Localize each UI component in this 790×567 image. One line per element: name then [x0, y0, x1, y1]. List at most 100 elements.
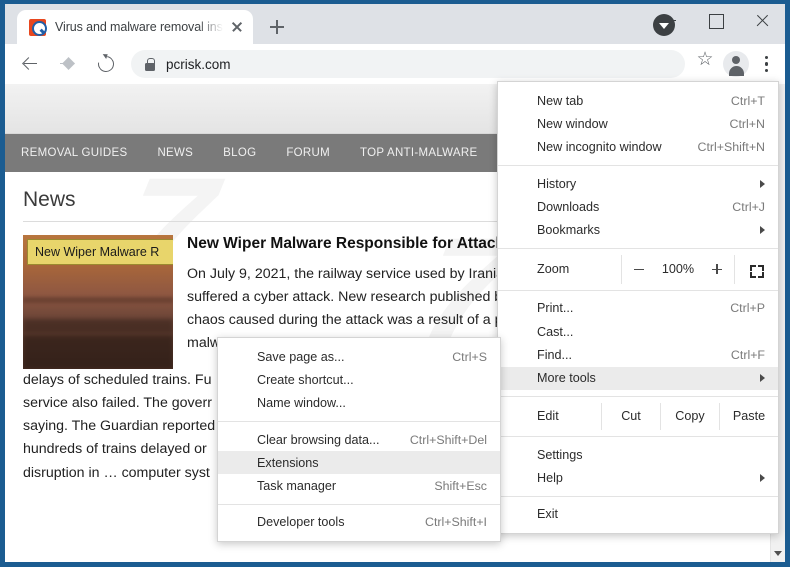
- back-button[interactable]: [14, 48, 46, 80]
- menu-item-history[interactable]: History: [498, 172, 778, 195]
- bookmark-star-icon[interactable]: [691, 50, 719, 78]
- chevron-right-icon: [760, 474, 765, 482]
- thumb-decoration: [23, 297, 173, 303]
- menu-separator: [218, 421, 500, 422]
- thumbnail-caption: New Wiper Malware R: [27, 239, 173, 265]
- menu-item-settings[interactable]: Settings: [498, 443, 778, 466]
- chevron-right-icon: [760, 374, 765, 382]
- menu-label: Create shortcut...: [257, 373, 487, 387]
- menu-separator: [498, 496, 778, 497]
- menu-accelerator: Ctrl+T: [731, 94, 765, 108]
- copy-button[interactable]: Copy: [660, 403, 719, 430]
- menu-item-edit: Edit Cut Copy Paste: [498, 403, 778, 430]
- nav-item-forum[interactable]: FORUM: [286, 147, 330, 159]
- minimize-button[interactable]: [647, 4, 693, 36]
- menu-accelerator: Ctrl+Shift+N: [698, 140, 765, 154]
- chrome-main-menu: New tab Ctrl+T New window Ctrl+N New inc…: [497, 81, 779, 534]
- scroll-down-icon[interactable]: [771, 545, 785, 560]
- menu-label: Cast...: [537, 325, 765, 339]
- browser-toolbar: pcrisk.com: [5, 44, 785, 84]
- url-text: pcrisk.com: [166, 57, 231, 72]
- menu-item-more-tools[interactable]: More tools: [498, 367, 778, 390]
- menu-item-new-incognito-window[interactable]: New incognito window Ctrl+Shift+N: [498, 136, 778, 159]
- menu-label: Developer tools: [257, 515, 425, 529]
- menu-label: Clear browsing data...: [257, 433, 410, 447]
- browser-window: Virus and malware removal instr pcrisk.c…: [0, 0, 790, 567]
- menu-accelerator: Ctrl+S: [452, 350, 487, 364]
- menu-item-exit[interactable]: Exit: [498, 503, 778, 526]
- reload-button[interactable]: [90, 48, 122, 80]
- address-bar[interactable]: pcrisk.com: [131, 50, 685, 78]
- forward-button[interactable]: [52, 48, 84, 80]
- menu-accelerator: Shift+Esc: [434, 479, 487, 493]
- menu-item-downloads[interactable]: Downloads Ctrl+J: [498, 195, 778, 218]
- menu-item-find[interactable]: Find... Ctrl+F: [498, 343, 778, 366]
- menu-accelerator: Ctrl+J: [732, 200, 765, 214]
- pcrisk-favicon-icon: [29, 19, 46, 36]
- zoom-out-button[interactable]: [622, 255, 656, 284]
- menu-label: New tab: [537, 94, 731, 108]
- reload-icon: [95, 53, 117, 75]
- new-tab-button[interactable]: [263, 13, 291, 41]
- maximize-button[interactable]: [693, 4, 739, 36]
- nav-item-news[interactable]: NEWS: [157, 147, 193, 159]
- menu-item-developer-tools[interactable]: Developer tools Ctrl+Shift+I: [218, 511, 500, 534]
- menu-item-clear-browsing-data[interactable]: Clear browsing data... Ctrl+Shift+Del: [218, 428, 500, 451]
- menu-item-cast[interactable]: Cast...: [498, 320, 778, 343]
- close-window-button[interactable]: [739, 4, 785, 36]
- menu-item-save-page-as[interactable]: Save page as... Ctrl+S: [218, 345, 500, 368]
- menu-accelerator: Ctrl+F: [731, 348, 765, 362]
- menu-label: Find...: [537, 348, 731, 362]
- menu-label: Save page as...: [257, 350, 452, 364]
- menu-label: New incognito window: [537, 140, 698, 154]
- menu-label: Bookmarks: [537, 223, 752, 237]
- arrow-left-icon: [24, 58, 35, 69]
- chevron-right-icon: [760, 226, 765, 234]
- menu-separator: [218, 504, 500, 505]
- thumb-decoration: [23, 335, 173, 369]
- thumb-decoration: [23, 319, 173, 333]
- nav-item-blog[interactable]: BLOG: [223, 147, 256, 159]
- menu-accelerator: Ctrl+Shift+I: [425, 515, 487, 529]
- menu-separator: [498, 165, 778, 166]
- nav-item-removal-guides[interactable]: REMOVAL GUIDES: [21, 147, 127, 159]
- zoom-controls: 100%: [621, 255, 778, 284]
- menu-item-create-shortcut[interactable]: Create shortcut...: [218, 368, 500, 391]
- menu-separator: [498, 290, 778, 291]
- menu-item-name-window[interactable]: Name window...: [218, 392, 500, 415]
- menu-item-new-window[interactable]: New window Ctrl+N: [498, 112, 778, 135]
- menu-label: Exit: [537, 507, 765, 521]
- more-tools-submenu: Save page as... Ctrl+S Create shortcut..…: [217, 337, 501, 542]
- close-tab-icon[interactable]: [227, 17, 247, 37]
- menu-item-extensions[interactable]: Extensions: [218, 451, 500, 474]
- paste-button[interactable]: Paste: [719, 403, 778, 430]
- menu-item-bookmarks[interactable]: Bookmarks: [498, 218, 778, 241]
- browser-tab[interactable]: Virus and malware removal instr: [17, 10, 253, 44]
- lock-icon: [145, 58, 155, 71]
- menu-item-new-tab[interactable]: New tab Ctrl+T: [498, 89, 778, 112]
- article-thumbnail[interactable]: New Wiper Malware R: [23, 235, 173, 369]
- menu-separator: [498, 248, 778, 249]
- edit-label: Edit: [537, 409, 601, 423]
- chrome-menu-button[interactable]: [753, 50, 779, 78]
- menu-label: History: [537, 177, 752, 191]
- menu-accelerator: Ctrl+N: [730, 117, 765, 131]
- profile-avatar-icon[interactable]: [723, 51, 749, 77]
- menu-label: More tools: [537, 371, 752, 385]
- arrow-right-icon: [62, 58, 73, 69]
- menu-label: Task manager: [257, 479, 434, 493]
- menu-item-print[interactable]: Print... Ctrl+P: [498, 297, 778, 320]
- menu-label: Extensions: [257, 456, 487, 470]
- menu-label: Downloads: [537, 200, 732, 214]
- zoom-label: Zoom: [537, 262, 621, 276]
- menu-label: Name window...: [257, 396, 487, 410]
- nav-item-top-anti-malware[interactable]: TOP ANTI-MALWARE: [360, 147, 477, 159]
- menu-accelerator: Ctrl+P: [730, 301, 765, 315]
- menu-item-task-manager[interactable]: Task manager Shift+Esc: [218, 474, 500, 497]
- fullscreen-button[interactable]: [734, 255, 778, 284]
- menu-label: Print...: [537, 301, 730, 315]
- tab-title: Virus and malware removal instr: [55, 20, 225, 34]
- menu-item-help[interactable]: Help: [498, 466, 778, 489]
- cut-button[interactable]: Cut: [601, 403, 660, 430]
- zoom-in-button[interactable]: [700, 255, 734, 284]
